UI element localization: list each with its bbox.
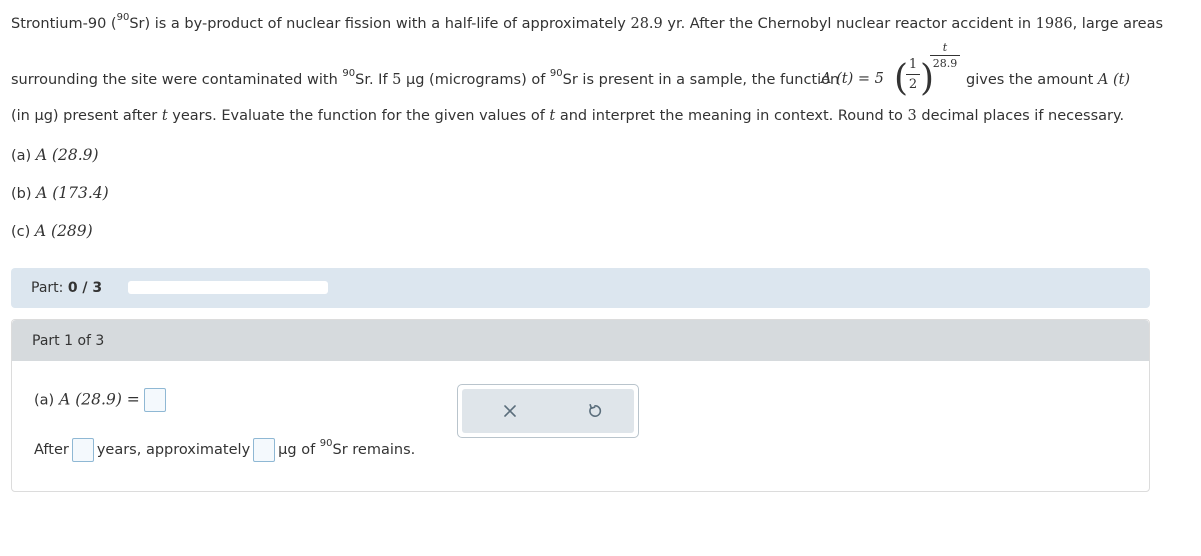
part-prefix: Part: xyxy=(31,280,68,296)
problem-text: surrounding the site were contaminated w… xyxy=(11,72,343,88)
exponent-denominator: 28.9 xyxy=(932,57,958,70)
problem-text: years. Evaluate the function for the giv… xyxy=(167,108,550,124)
exponent-bar xyxy=(930,55,960,56)
question-expression: A (28.9) xyxy=(35,146,99,164)
exponent-numerator: t xyxy=(942,41,948,54)
problem-text: Sr) is a by-product of nuclear fission w… xyxy=(129,16,631,32)
toolbox-inner xyxy=(462,389,634,433)
problem-text: , large areas xyxy=(1072,16,1164,32)
function-notation: A (t) xyxy=(1097,72,1131,88)
amount-input[interactable] xyxy=(253,438,276,462)
years-input[interactable] xyxy=(71,438,94,462)
question-label: (c) xyxy=(11,224,31,240)
undo-button[interactable] xyxy=(582,398,608,424)
answer-row-interpretation: After years, approximately μg of 90Sr rema… xyxy=(34,438,415,462)
problem-line-1: Strontium-90 (90Sr) is a by-product of n… xyxy=(11,13,1164,32)
question-b: (b) A (173.4) xyxy=(11,184,109,202)
fraction-denominator: 2 xyxy=(908,77,918,92)
problem-text: decimal places if necessary. xyxy=(916,108,1125,124)
decay-formula: A (t) = 5 ( 1 2 ) t 28.9 xyxy=(813,41,963,110)
problem-text: Sr is present in a sample, the function xyxy=(562,72,840,88)
isotope-superscript: 90 xyxy=(319,438,333,450)
problem-text: Strontium-90 ( xyxy=(11,16,117,32)
isotope-superscript: 90 xyxy=(549,68,563,80)
formula-lhs: A (t) = 5 xyxy=(821,71,884,87)
part-progress-label: Part: 0 / 3 xyxy=(31,280,102,296)
problem-text: Sr. If xyxy=(355,72,393,88)
progress-track xyxy=(128,281,328,294)
interp-text: Sr remains. xyxy=(332,442,416,458)
formula-base-fraction: 1 2 xyxy=(906,57,920,92)
problem-text-after-formula: gives the amount A (t) xyxy=(966,72,1130,88)
decimal-places-value: 3 xyxy=(907,108,917,124)
answer-toolbox xyxy=(457,384,639,438)
question-label: (b) xyxy=(11,186,32,202)
answer-row-a: (a) A (28.9) = xyxy=(34,388,166,412)
interp-text: μg of xyxy=(278,442,316,458)
formula-exponent: t 28.9 xyxy=(930,41,960,70)
fraction-numerator: 1 xyxy=(908,57,918,72)
part-progress-bar: Part: 0 / 3 xyxy=(11,268,1150,308)
answer-expression: A (28.9) = xyxy=(59,390,140,409)
problem-text: gives the amount xyxy=(966,72,1098,88)
interp-text: years, approximately xyxy=(96,442,251,458)
undo-icon xyxy=(589,404,602,417)
problem-text: μg (micrograms) of xyxy=(401,72,550,88)
year-value: 1986 xyxy=(1035,16,1073,32)
mass-value: 5 xyxy=(392,72,402,88)
part-count: 0 / 3 xyxy=(67,280,103,296)
close-icon xyxy=(504,405,516,417)
clear-button[interactable] xyxy=(497,398,523,424)
question-c: (c) A (289) xyxy=(11,222,93,240)
answer-label: (a) xyxy=(34,392,55,409)
problem-line-2: surrounding the site were contaminated w… xyxy=(11,69,1130,88)
problem-text: and interpret the meaning in context. Ro… xyxy=(555,108,908,124)
part-panel-title: Part 1 of 3 xyxy=(32,333,105,349)
isotope-superscript: 90 xyxy=(116,12,130,24)
question-expression: A (289) xyxy=(34,222,93,240)
interp-text: After xyxy=(34,442,69,458)
part-panel-header: Part 1 of 3 xyxy=(12,320,1149,361)
fraction-bar xyxy=(906,74,920,75)
answer-input-a[interactable] xyxy=(143,388,166,412)
problem-text: (in μg) present after xyxy=(11,108,162,124)
problem-text: yr. After the Chernobyl nuclear reactor … xyxy=(662,16,1036,32)
problem-line-3: (in μg) present after t years. Evaluate … xyxy=(11,108,1124,124)
question-expression: A (173.4) xyxy=(36,184,109,202)
question-label: (a) xyxy=(11,148,32,164)
isotope-superscript: 90 xyxy=(342,68,356,80)
question-a: (a) A (28.9) xyxy=(11,146,99,164)
half-life-value: 28.9 xyxy=(630,16,663,32)
